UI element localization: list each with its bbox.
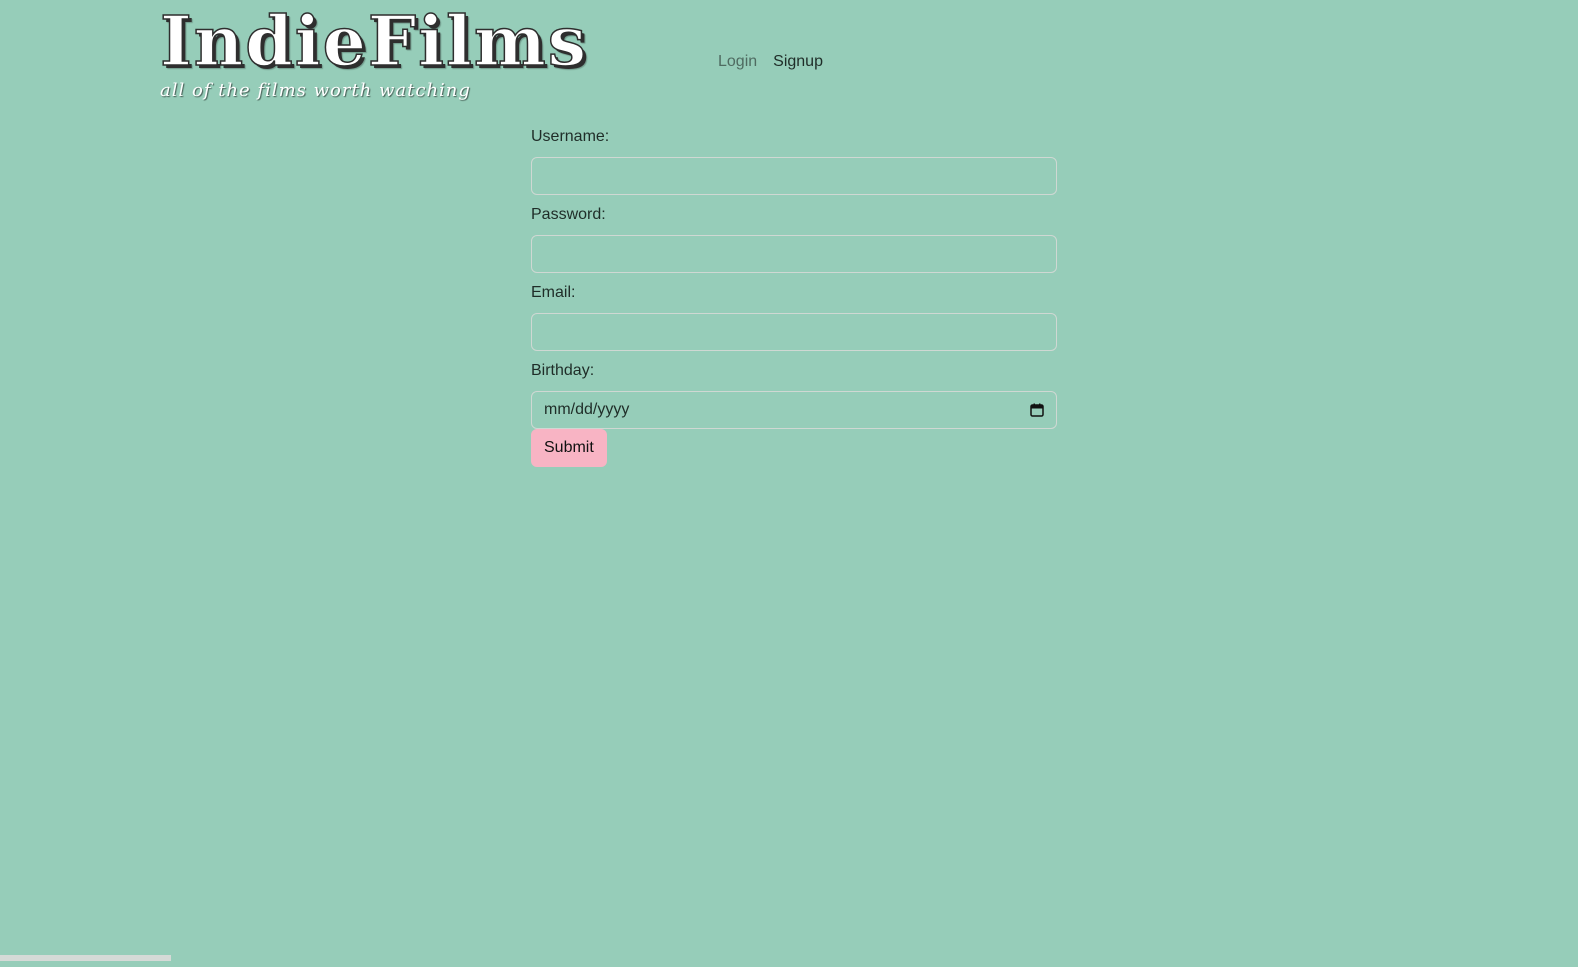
password-field[interactable] — [531, 235, 1057, 273]
birthday-date-field[interactable]: mm/dd/yyyy — [531, 391, 1057, 429]
top-nav: Login Signup — [718, 50, 823, 74]
email-label: Email: — [531, 284, 576, 301]
horizontal-scrollbar[interactable] — [0, 955, 171, 961]
nav-signup-link[interactable]: Signup — [773, 50, 823, 74]
username-field[interactable] — [531, 157, 1057, 195]
signup-form: Username: Password: Email: Birthday: mm/… — [531, 125, 1057, 467]
site-logo-title[interactable]: IndieFilms — [159, 1, 588, 83]
username-label: Username: — [531, 128, 610, 145]
birthday-label: Birthday: — [531, 362, 595, 379]
password-label: Password: — [531, 206, 606, 223]
site-tagline: all of the films worth watching — [160, 80, 471, 101]
signup-page: IndieFilms all of the films worth watchi… — [0, 0, 1578, 967]
calendar-icon[interactable] — [1030, 403, 1044, 417]
birthday-placeholder: mm/dd/yyyy — [544, 401, 630, 418]
nav-login-link[interactable]: Login — [718, 50, 757, 74]
site-brand[interactable]: IndieFilms all of the films worth watchi… — [159, 1, 588, 101]
email-field[interactable] — [531, 313, 1057, 351]
submit-button[interactable]: Submit — [531, 429, 607, 467]
